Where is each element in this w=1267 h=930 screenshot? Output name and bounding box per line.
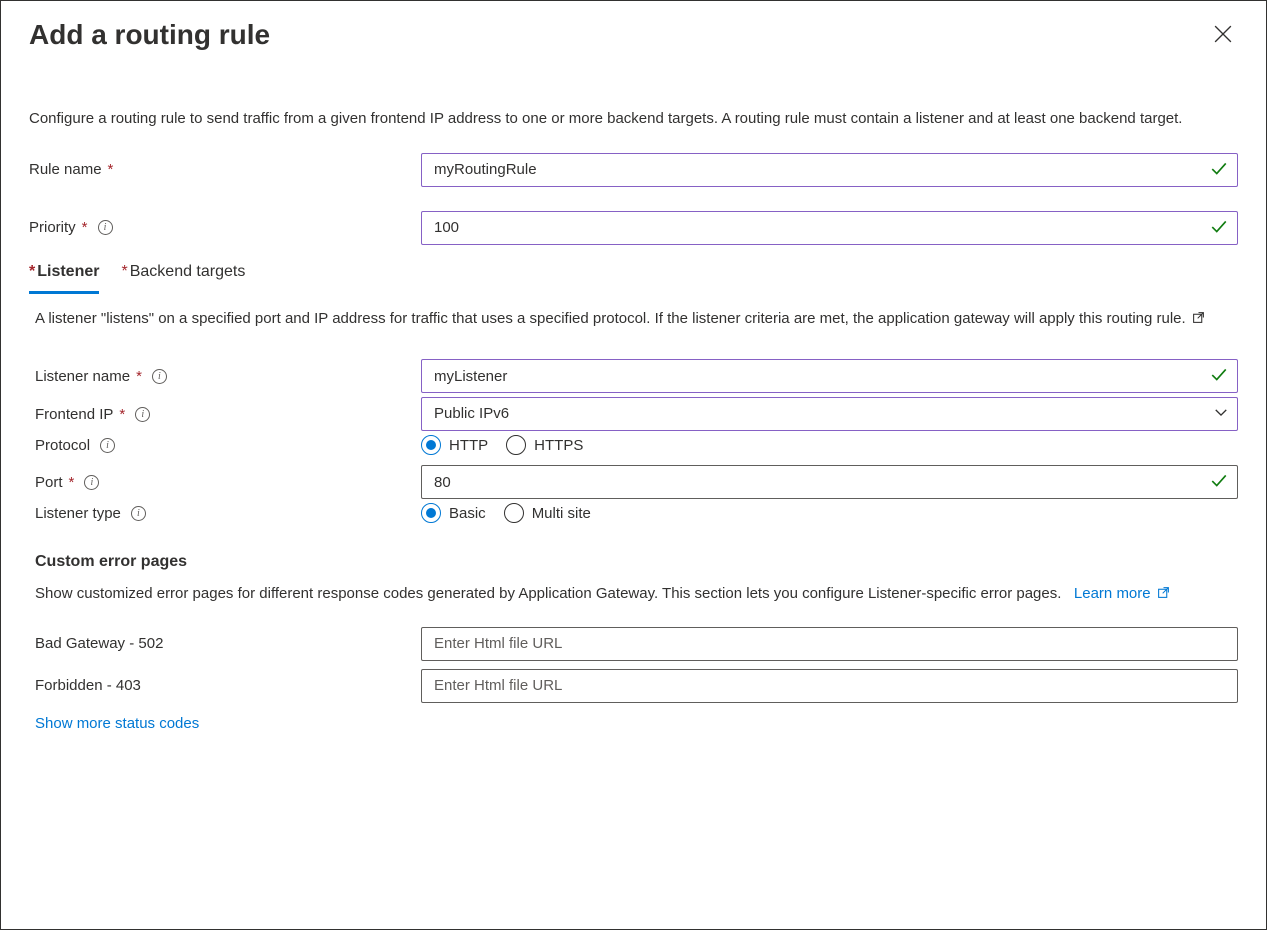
external-link-icon [1157, 584, 1170, 607]
info-icon[interactable]: i [131, 506, 146, 521]
routing-rule-panel: Add a routing rule Configure a routing r… [0, 0, 1267, 930]
rule-name-row: Rule name * [29, 153, 1238, 187]
external-link-icon[interactable] [1192, 309, 1205, 332]
listener-type-basic-radio[interactable]: Basic [421, 503, 486, 523]
priority-label: Priority * i [29, 219, 421, 236]
info-icon[interactable]: i [135, 407, 150, 422]
required-asterisk: * [82, 219, 88, 236]
required-asterisk: * [121, 263, 127, 280]
protocol-row: Protocol i HTTP HTTPS [29, 435, 1238, 455]
listener-name-input[interactable] [421, 359, 1238, 393]
priority-row: Priority * i [29, 211, 1238, 245]
panel-title: Add a routing rule [29, 19, 270, 51]
panel-description: Configure a routing rule to send traffic… [29, 108, 1209, 131]
protocol-radio-group: HTTP HTTPS [421, 435, 1238, 455]
listener-description: A listener "listens" on a specified port… [35, 308, 1215, 332]
forbidden-row: Forbidden - 403 [29, 669, 1238, 703]
radio-icon [504, 503, 524, 523]
radio-icon [506, 435, 526, 455]
protocol-https-radio[interactable]: HTTPS [506, 435, 583, 455]
radio-icon [421, 503, 441, 523]
port-label: Port * i [29, 474, 421, 491]
info-icon[interactable]: i [152, 369, 167, 384]
forbidden-input[interactable] [421, 669, 1238, 703]
required-asterisk: * [108, 161, 114, 178]
priority-input[interactable] [421, 211, 1238, 245]
listener-type-multisite-radio[interactable]: Multi site [504, 503, 591, 523]
forbidden-label: Forbidden - 403 [29, 677, 421, 694]
frontend-ip-label: Frontend IP * i [29, 406, 421, 423]
rule-name-input[interactable] [421, 153, 1238, 187]
custom-error-description: Show customized error pages for differen… [35, 583, 1215, 607]
required-asterisk: * [29, 263, 35, 280]
listener-type-radio-group: Basic Multi site [421, 503, 1238, 523]
port-row: Port * i [29, 465, 1238, 499]
tabs: *Listener *Backend targets [29, 255, 1238, 294]
listener-name-label: Listener name * i [29, 368, 421, 385]
learn-more-link[interactable]: Learn more [1074, 585, 1170, 602]
radio-icon [421, 435, 441, 455]
close-icon [1214, 31, 1232, 46]
protocol-label: Protocol i [29, 437, 421, 454]
tab-listener[interactable]: *Listener [29, 255, 99, 294]
custom-error-heading: Custom error pages [35, 553, 1238, 571]
required-asterisk: * [119, 406, 125, 423]
close-button[interactable] [1208, 19, 1238, 52]
listener-type-label: Listener type i [29, 505, 421, 522]
required-asterisk: * [69, 474, 75, 491]
bad-gateway-row: Bad Gateway - 502 [29, 627, 1238, 661]
protocol-http-radio[interactable]: HTTP [421, 435, 488, 455]
bad-gateway-input[interactable] [421, 627, 1238, 661]
tab-backend-targets[interactable]: *Backend targets [121, 255, 245, 294]
frontend-ip-row: Frontend IP * i Public IPv6 [29, 397, 1238, 431]
info-icon[interactable]: i [100, 438, 115, 453]
bad-gateway-label: Bad Gateway - 502 [29, 635, 421, 652]
panel-header: Add a routing rule [29, 19, 1238, 52]
listener-type-row: Listener type i Basic Multi site [29, 503, 1238, 523]
listener-name-row: Listener name * i [29, 359, 1238, 393]
info-icon[interactable]: i [98, 220, 113, 235]
show-more-status-codes-link[interactable]: Show more status codes [35, 715, 199, 732]
required-asterisk: * [136, 368, 142, 385]
frontend-ip-select[interactable]: Public IPv6 [421, 397, 1238, 431]
info-icon[interactable]: i [84, 475, 99, 490]
rule-name-label: Rule name * [29, 161, 421, 178]
port-input[interactable] [421, 465, 1238, 499]
